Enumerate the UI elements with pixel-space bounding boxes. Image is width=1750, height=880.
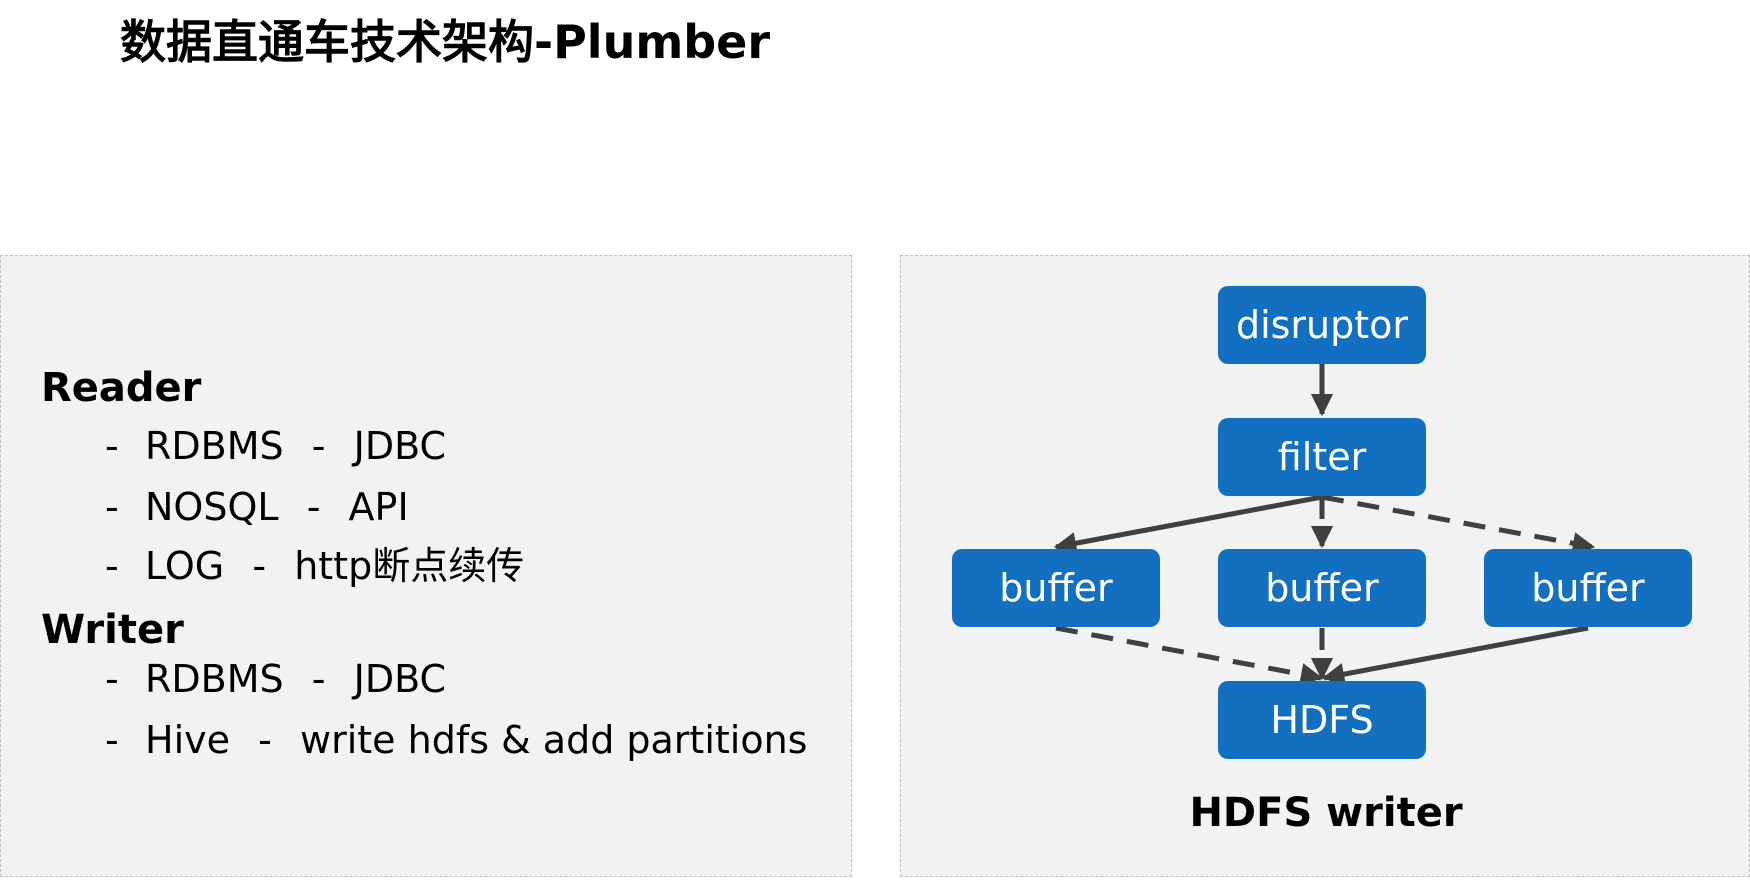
edge-filter-buffer-right bbox=[1321, 494, 1596, 555]
node-hdfs: HDFS bbox=[1218, 681, 1426, 759]
item-detail: JDBC bbox=[353, 424, 447, 468]
diagram-caption: HDFS writer bbox=[1189, 790, 1463, 836]
item-name: RDBMS bbox=[145, 657, 284, 701]
item-name: NOSQL bbox=[145, 485, 279, 529]
writer-item-rdbms: - RDBMS - JDBC bbox=[105, 656, 446, 702]
node-buffer-center: buffer bbox=[1218, 549, 1426, 627]
node-buffer-left: buffer bbox=[952, 549, 1160, 627]
item-name: RDBMS bbox=[145, 424, 284, 468]
item-separator: - bbox=[311, 424, 326, 468]
item-detail: http断点续传 bbox=[294, 544, 525, 588]
item-name: Hive bbox=[145, 718, 230, 762]
list-dash: - bbox=[105, 718, 119, 762]
edge-buffer-right-hdfs bbox=[1321, 625, 1589, 686]
item-detail: API bbox=[348, 485, 409, 529]
writer-item-hive: - Hive - write hdfs & add partitions bbox=[105, 717, 807, 763]
reader-item-nosql: - NOSQL - API bbox=[105, 484, 409, 530]
item-separator: - bbox=[306, 485, 321, 529]
reader-writer-panel: Reader - RDBMS - JDBC - NOSQL - API - LOG - http断… bbox=[0, 255, 852, 877]
list-dash: - bbox=[105, 657, 119, 701]
item-name: LOG bbox=[145, 544, 225, 588]
page-title: 数据直通车技术架构-Plumber bbox=[120, 15, 771, 69]
hdfs-writer-panel: disruptor filter buffer buffer buffer HD… bbox=[900, 255, 1750, 877]
item-detail: write hdfs & add partitions bbox=[300, 718, 808, 762]
item-separator: - bbox=[258, 718, 272, 762]
reader-item-log: - LOG - http断点续传 bbox=[105, 543, 524, 589]
node-filter: filter bbox=[1218, 418, 1426, 496]
list-dash: - bbox=[105, 485, 119, 529]
edge-buffer-left-hdfs bbox=[1055, 625, 1324, 686]
writer-heading: Writer bbox=[41, 607, 184, 653]
item-detail: JDBC bbox=[353, 657, 447, 701]
reader-item-rdbms: - RDBMS - JDBC bbox=[105, 423, 446, 469]
list-dash: - bbox=[105, 424, 119, 468]
node-disruptor: disruptor bbox=[1218, 286, 1426, 364]
list-dash: - bbox=[105, 544, 119, 588]
item-separator: - bbox=[311, 657, 326, 701]
item-separator: - bbox=[252, 544, 267, 588]
node-buffer-right: buffer bbox=[1484, 549, 1692, 627]
reader-heading: Reader bbox=[41, 365, 202, 411]
edge-filter-buffer-left bbox=[1053, 494, 1323, 555]
